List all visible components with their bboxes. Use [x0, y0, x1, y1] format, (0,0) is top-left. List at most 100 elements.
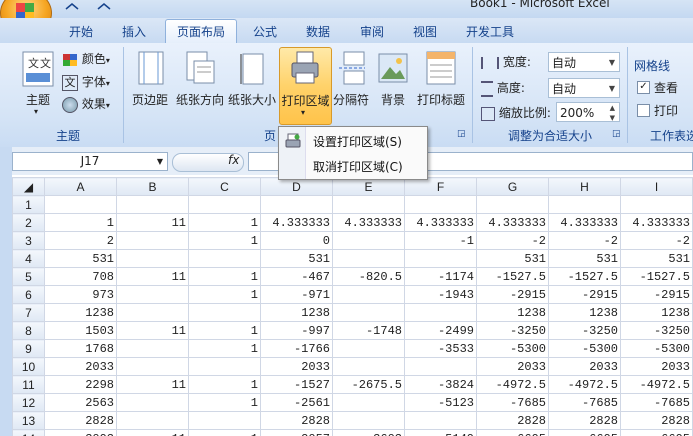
cell[interactable]: [404, 303, 477, 322]
cell[interactable]: -7685: [548, 393, 621, 412]
cell[interactable]: -971: [260, 285, 333, 304]
cell[interactable]: 2828: [476, 411, 549, 430]
cell[interactable]: 4.333333: [332, 213, 405, 232]
cell[interactable]: 11: [116, 375, 189, 394]
cell[interactable]: [44, 195, 117, 214]
cell[interactable]: -1943: [404, 285, 477, 304]
tab-data[interactable]: 数据: [296, 22, 340, 42]
cell[interactable]: 531: [548, 249, 621, 268]
column-header[interactable]: I: [620, 177, 693, 196]
theme-fonts-button[interactable]: 文 字体▾: [62, 73, 110, 91]
themes-button[interactable]: 文文 主题 ▾: [18, 49, 58, 121]
cell[interactable]: 1238: [548, 303, 621, 322]
cell[interactable]: 2033: [476, 357, 549, 376]
cell[interactable]: -2: [476, 231, 549, 250]
cell[interactable]: 11: [116, 429, 189, 436]
cell[interactable]: -6695: [476, 429, 549, 436]
cell[interactable]: [332, 303, 405, 322]
cell[interactable]: 2033: [548, 357, 621, 376]
cell[interactable]: -3250: [476, 321, 549, 340]
cell[interactable]: [404, 249, 477, 268]
cell[interactable]: -1174: [404, 267, 477, 286]
row-header[interactable]: 13: [12, 411, 45, 430]
column-header[interactable]: B: [116, 177, 189, 196]
cell[interactable]: 1238: [620, 303, 693, 322]
cell[interactable]: [332, 357, 405, 376]
cell[interactable]: [188, 357, 261, 376]
cell[interactable]: 2033: [44, 357, 117, 376]
cell[interactable]: 531: [260, 249, 333, 268]
cell[interactable]: -5300: [620, 339, 693, 358]
cell[interactable]: -467: [260, 267, 333, 286]
cell[interactable]: -7685: [620, 393, 693, 412]
cell[interactable]: [332, 195, 405, 214]
row-header[interactable]: 2: [12, 213, 45, 232]
tab-page-layout[interactable]: 页面布局: [165, 19, 237, 44]
cell[interactable]: -3603: [332, 429, 405, 436]
cell[interactable]: [116, 195, 189, 214]
breaks-button[interactable]: 分隔符: [332, 49, 370, 121]
cell[interactable]: [548, 195, 621, 214]
cell[interactable]: -2499: [404, 321, 477, 340]
cell[interactable]: 1: [188, 231, 261, 250]
row-header[interactable]: 3: [12, 231, 45, 250]
quick-access-toolbar[interactable]: [58, 0, 148, 10]
cell[interactable]: [116, 285, 189, 304]
height-dropdown[interactable]: 自动 ▼: [548, 78, 620, 98]
cell[interactable]: [116, 231, 189, 250]
cell[interactable]: 11: [116, 267, 189, 286]
cell[interactable]: -2675.5: [332, 375, 405, 394]
spinner-arrows-icon[interactable]: ▲ ▼: [610, 103, 615, 123]
cell[interactable]: 2033: [260, 357, 333, 376]
cell[interactable]: -4972.5: [476, 375, 549, 394]
row-header[interactable]: 1: [12, 195, 45, 214]
cell[interactable]: -1766: [260, 339, 333, 358]
cell[interactable]: -2561: [260, 393, 333, 412]
tab-home[interactable]: 开始: [58, 22, 104, 42]
cell[interactable]: -2915: [476, 285, 549, 304]
cell[interactable]: -820.5: [332, 267, 405, 286]
cell[interactable]: 2298: [44, 375, 117, 394]
cell[interactable]: -5123: [404, 393, 477, 412]
row-header[interactable]: 11: [12, 375, 45, 394]
cell[interactable]: 4.333333: [548, 213, 621, 232]
cell[interactable]: [332, 285, 405, 304]
cell[interactable]: 1: [188, 429, 261, 436]
cell[interactable]: 1: [188, 285, 261, 304]
cell[interactable]: -5300: [476, 339, 549, 358]
cell[interactable]: [116, 339, 189, 358]
size-button[interactable]: 纸张大小: [226, 49, 278, 121]
cell[interactable]: [188, 411, 261, 430]
cell[interactable]: -1527.5: [620, 267, 693, 286]
cell[interactable]: 4.333333: [260, 213, 333, 232]
cell[interactable]: 1: [44, 213, 117, 232]
cell[interactable]: -6695: [548, 429, 621, 436]
cell[interactable]: [188, 303, 261, 322]
cell[interactable]: 4.333333: [620, 213, 693, 232]
print-titles-button[interactable]: 打印标题: [414, 49, 468, 121]
theme-colors-button[interactable]: 颜色▾: [62, 50, 110, 67]
cell[interactable]: 1503: [44, 321, 117, 340]
column-header[interactable]: F: [404, 177, 477, 196]
cell[interactable]: [332, 411, 405, 430]
cell[interactable]: 1238: [44, 303, 117, 322]
cell[interactable]: -2: [548, 231, 621, 250]
dialog-launcher-icon[interactable]: ◲: [457, 129, 466, 139]
cell[interactable]: [332, 249, 405, 268]
column-header[interactable]: C: [188, 177, 261, 196]
cell[interactable]: [188, 195, 261, 214]
cell[interactable]: 1768: [44, 339, 117, 358]
cell[interactable]: -1527: [260, 375, 333, 394]
theme-effects-button[interactable]: 效果▾: [62, 95, 110, 113]
cell[interactable]: 2828: [44, 411, 117, 430]
insert-function-button[interactable]: fx: [228, 153, 239, 167]
cell[interactable]: -1527.5: [548, 267, 621, 286]
row-header[interactable]: 6: [12, 285, 45, 304]
cell[interactable]: 11: [116, 213, 189, 232]
cell[interactable]: 531: [44, 249, 117, 268]
cell[interactable]: [116, 357, 189, 376]
sheet-table[interactable]: ◢ A B C D E F G H I 1 2 1 11 1 4.333333 4.333333 4.33333…: [12, 177, 693, 436]
cell[interactable]: 1: [188, 213, 261, 232]
tab-developer[interactable]: 开发工具: [458, 22, 522, 42]
cell[interactable]: [260, 195, 333, 214]
